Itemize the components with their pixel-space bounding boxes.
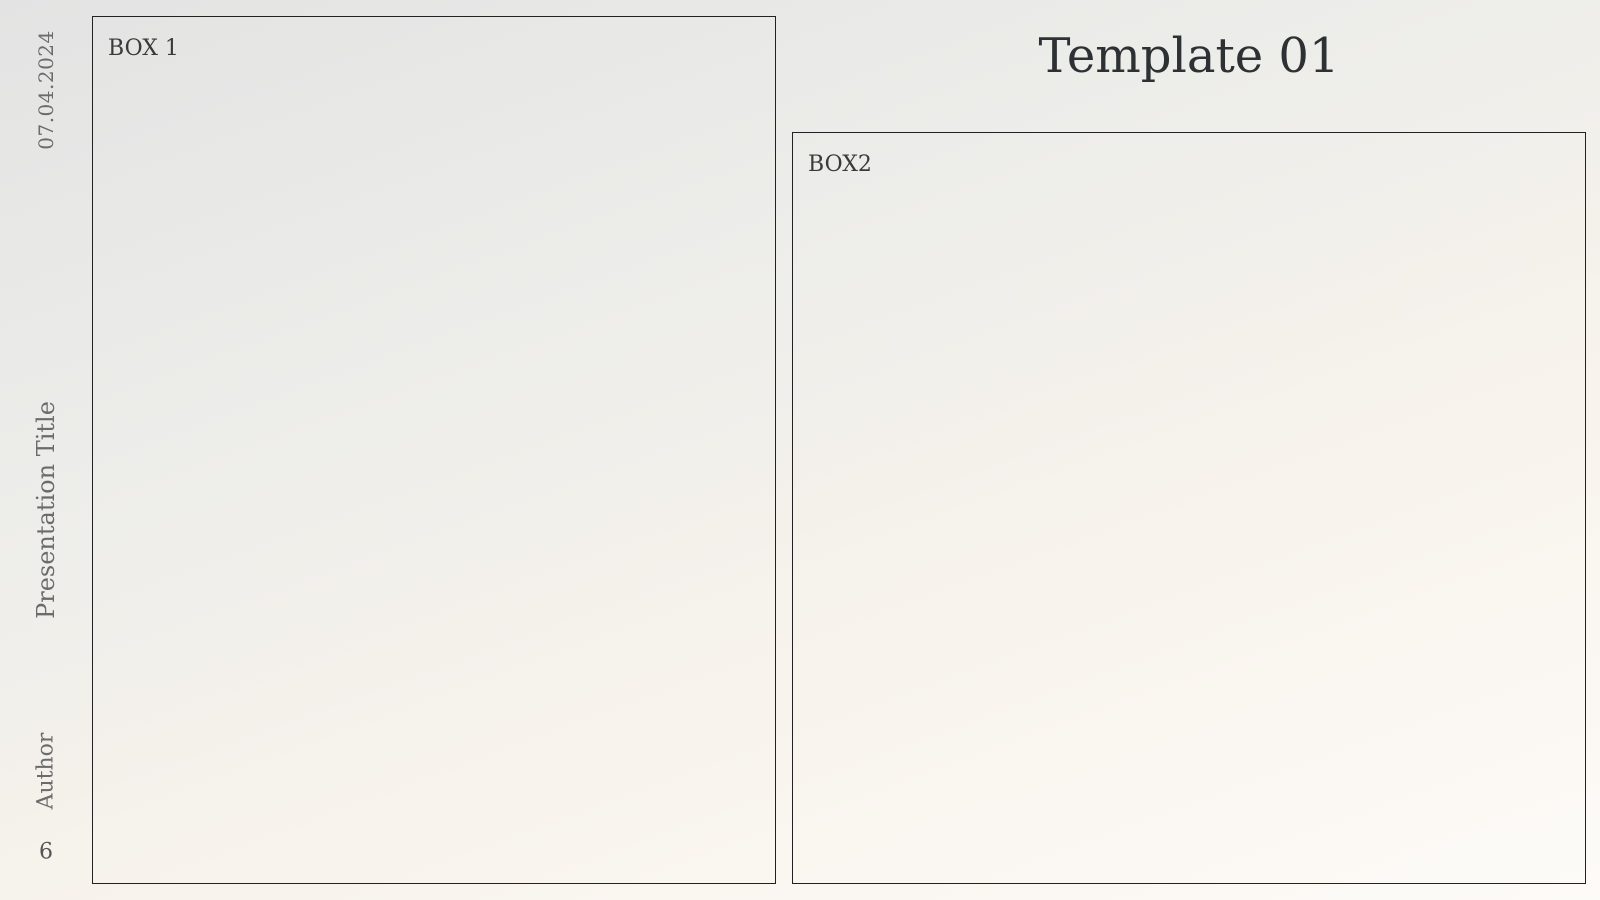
content-box-1: BOX 1	[92, 16, 776, 884]
content-box-2: BOX2	[792, 132, 1586, 884]
page-number: 6	[39, 839, 53, 865]
box-2-label: BOX2	[808, 152, 872, 177]
date-label: 07.04.2024	[34, 30, 58, 150]
author-label: Author	[33, 732, 59, 810]
presentation-title: Presentation Title	[32, 401, 60, 619]
box-1-label: BOX 1	[108, 36, 179, 61]
slide-title: Template 01	[1038, 28, 1340, 84]
